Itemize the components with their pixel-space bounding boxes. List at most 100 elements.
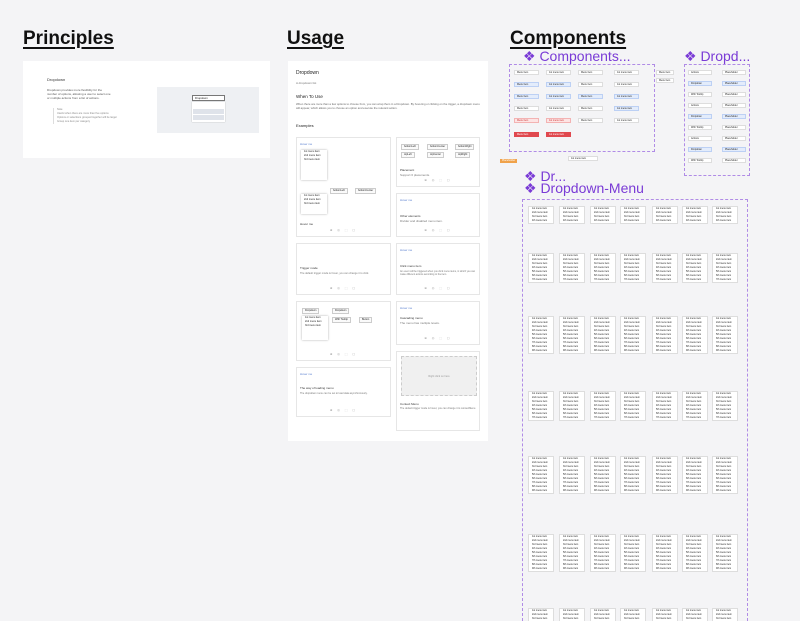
dropdown-menu-variant[interactable]: 1st menu item2nd menu item3rd menu item4… [559, 253, 585, 283]
menu-item[interactable]: 9th menu item [683, 567, 707, 571]
demo-click[interactable]: Hover me Click menu item An event will b… [396, 243, 480, 295]
dropdown-variant[interactable]: With Tooltip [688, 92, 712, 97]
menu-item[interactable]: 7th menu item [713, 278, 737, 282]
menu-item[interactable]: 9th menu item [591, 349, 615, 353]
dropdown-menu-variant[interactable]: 1st menu item2nd menu item3rd menu item4… [590, 316, 616, 354]
dropdown-menu-variant[interactable]: 1st menu item2nd menu item3rd menu item4… [620, 456, 646, 494]
menu-item[interactable]: 7th menu item [591, 416, 615, 420]
component-variant[interactable]: 1st menu item [546, 118, 571, 123]
dropdown-menu-variant[interactable]: 1st menu item2nd menu item3rd menu item4… [528, 456, 554, 494]
dropdown-menu-variant[interactable]: 1st menu item2nd menu item3rd menu item4… [712, 391, 738, 421]
dropdown-menu-variant[interactable]: 1st menu item2nd menu item3rd menu item4… [682, 253, 708, 283]
placement-bc[interactable]: bottomCenter [355, 188, 377, 194]
dropdown-menu-variant[interactable]: 1st menu item2nd menu item3rd menu item4… [682, 608, 708, 621]
dropdown-menu-variant[interactable]: 1st menu item2nd menu item3rd menu item4… [590, 391, 616, 421]
placement-tr[interactable]: topRight [455, 152, 471, 158]
menu-item[interactable]: 9th menu item [560, 567, 584, 571]
dropdown-menu-variant[interactable]: 1st menu item2nd menu item3rd menu item4… [528, 206, 554, 224]
component-variant[interactable]: 1st menu item [614, 94, 639, 99]
demo-other[interactable]: Hover me Other elements Divider and disa… [396, 193, 480, 237]
dropdown-menu-variant[interactable]: 1st menu item2nd menu item3rd menu item4… [620, 253, 646, 283]
dropdown-menu-variant[interactable]: 1st menu item2nd menu item3rd menu item4… [652, 206, 678, 224]
hover-link[interactable]: Hover me [400, 306, 412, 310]
menu-item[interactable]: 7th menu item [529, 416, 553, 420]
dropdown-variant[interactable]: Dropdown [688, 114, 712, 119]
code-tools[interactable]: ⊕ ◎ ⬚ ▢ [424, 336, 451, 340]
menu-item[interactable]: 9th menu item [713, 567, 737, 571]
button[interactable]: Button [359, 317, 373, 323]
dropdown-variant[interactable]: Placeholder [722, 114, 746, 119]
dropdown-variant[interactable]: Placeholder [722, 158, 746, 163]
preview-select[interactable]: Dropdown [192, 95, 225, 101]
placement-tc[interactable]: topCenter [427, 152, 444, 158]
dropdown-menu-variant[interactable]: 1st menu item2nd menu item3rd menu item4… [528, 608, 554, 621]
dropdown-menu-variant[interactable]: 1st menu item2nd menu item3rd menu item4… [712, 316, 738, 354]
menu-item[interactable]: 4th menu item [683, 219, 707, 223]
dropdown-menu-variant[interactable]: 1st menu item2nd menu item3rd menu item4… [652, 391, 678, 421]
menu-item[interactable]: 9th menu item [560, 489, 584, 493]
component-variant[interactable]: 1st menu item [614, 82, 639, 87]
component-variant[interactable]: Menu Item [578, 82, 603, 87]
dropdown-variant[interactable]: With Tooltip [688, 158, 712, 163]
menu-item[interactable]: 4th menu item [621, 219, 645, 223]
demo-cascading[interactable]: Hover me Cascading menu The menu has mul… [396, 301, 480, 345]
dropdown-menu-variant[interactable]: 1st menu item2nd menu item3rd menu item4… [528, 391, 554, 421]
menu-item[interactable]: 9th menu item [529, 489, 553, 493]
menu-item[interactable]: 9th menu item [621, 567, 645, 571]
component-variant[interactable]: Menu Item [514, 94, 539, 99]
dropdown-menu-variant[interactable]: 1st menu item2nd menu item3rd menu item4… [652, 456, 678, 494]
dropdown-variant[interactable]: Placeholder [722, 125, 746, 130]
menu-item[interactable]: 3rd menu item [301, 158, 327, 162]
dropdown-variant[interactable]: Dropdown [688, 147, 712, 152]
dropdown-menu-variant[interactable]: 1st menu item2nd menu item3rd menu item4… [620, 534, 646, 572]
dropdown-variant[interactable]: Actions [688, 103, 712, 108]
component-variant[interactable]: Menu Item [578, 106, 603, 111]
demo-basic[interactable]: Hover me 1st menu item 2nd menu item 3rd… [296, 137, 391, 237]
dropdown-menu-variant[interactable]: 1st menu item2nd menu item3rd menu item4… [712, 253, 738, 283]
dropdown-menu-variant[interactable]: 1st menu item2nd menu item3rd menu item4… [620, 391, 646, 421]
menu-item[interactable]: 9th menu item [653, 349, 677, 353]
dropdown-menu-variant[interactable]: 1st menu item2nd menu item3rd menu item4… [559, 206, 585, 224]
dropdown-menu-variant[interactable]: 1st menu item2nd menu item3rd menu item4… [682, 316, 708, 354]
dropdown-variant[interactable]: Placeholder [722, 136, 746, 141]
component-variant[interactable]: 1st menu item [546, 94, 571, 99]
preview-menu-item[interactable] [193, 115, 224, 120]
dropdown-menu-variant[interactable]: 1st menu item2nd menu item3rd menu item4… [590, 534, 616, 572]
demo-dropdown-button[interactable]: Dropdown Dropdown 1st menu item 2nd menu… [296, 301, 391, 361]
dropdown-variant[interactable]: Placeholder [722, 147, 746, 152]
menu-item[interactable]: 7th menu item [560, 416, 584, 420]
menu-item[interactable]: 9th menu item [591, 567, 615, 571]
menu-item[interactable]: 4th menu item [560, 219, 584, 223]
dropdown-menu-variant[interactable]: 1st menu item2nd menu item3rd menu item4… [652, 316, 678, 354]
preview-menu-item[interactable] [193, 103, 224, 108]
placement-tl[interactable]: topLeft [401, 152, 415, 158]
dropdown-menu-variant[interactable]: 1st menu item2nd menu item3rd menu item4… [590, 456, 616, 494]
component-variant[interactable]: Menu Item [578, 70, 603, 75]
with-tooltip-button[interactable]: With Tooltip [332, 317, 351, 323]
code-tools[interactable]: ⊕ ◎ ⬚ ▢ [424, 286, 451, 290]
component-variant[interactable]: Menu Item [578, 94, 603, 99]
menu-item[interactable]: 9th menu item [713, 489, 737, 493]
demo-placement[interactable]: bottomLeft bottomCenter bottomRight topL… [396, 137, 480, 187]
dropdown-button[interactable]: Dropdown [332, 308, 350, 314]
dropdown-menu-variant[interactable]: 1st menu item2nd menu item3rd menu item4… [682, 206, 708, 224]
dropdown-menu-variant[interactable]: 1st menu item2nd menu item3rd menu item4… [528, 316, 554, 354]
dropdown-menu-variant[interactable]: 1st menu item2nd menu item3rd menu item4… [682, 534, 708, 572]
code-tools[interactable]: ⊕ ◎ ⬚ ▢ [424, 178, 451, 182]
menu-item[interactable]: 7th menu item [560, 278, 584, 282]
dropdown-menu-variant[interactable]: 1st menu item2nd menu item3rd menu item4… [559, 391, 585, 421]
dropdown-menu-variant[interactable]: 1st menu item2nd menu item3rd menu item4… [559, 316, 585, 354]
menu-item[interactable]: 9th menu item [621, 489, 645, 493]
dropdown-menu-variant[interactable]: 1st menu item2nd menu item3rd menu item4… [559, 456, 585, 494]
menu-item[interactable]: 9th menu item [653, 567, 677, 571]
demo-context[interactable]: Right click on here Context Menu The def… [396, 351, 480, 431]
menu-item[interactable]: 7th menu item [713, 416, 737, 420]
menu-item[interactable]: 4th menu item [713, 219, 737, 223]
dropdown-menu-variant[interactable]: 1st menu item2nd menu item3rd menu item4… [712, 608, 738, 621]
menu-item[interactable]: 4th menu item [653, 219, 677, 223]
dropdown-variant[interactable]: Placeholder [722, 70, 746, 75]
menu-item[interactable]: 9th menu item [683, 489, 707, 493]
menu-item[interactable]: 9th menu item [560, 349, 584, 353]
dropdown-menu-variant[interactable]: 1st menu item2nd menu item3rd menu item4… [682, 456, 708, 494]
menu-item[interactable]: 4th menu item [529, 219, 553, 223]
